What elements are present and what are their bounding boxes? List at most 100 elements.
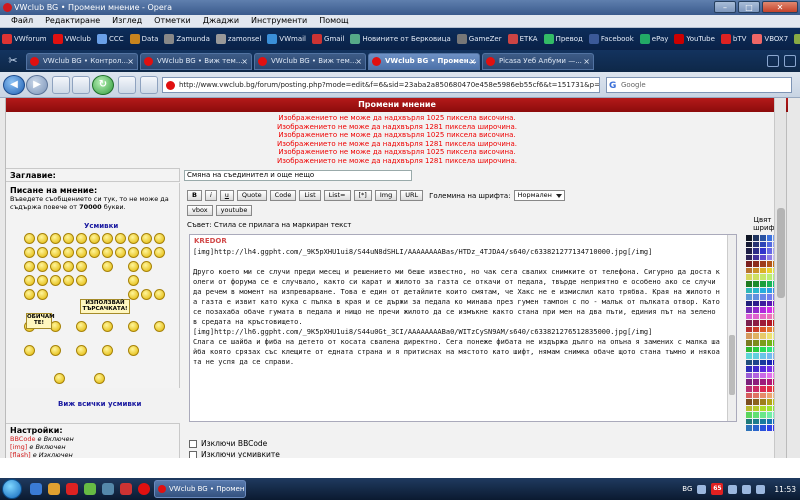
smiley-icon[interactable] [37, 275, 48, 286]
bbcode-button[interactable]: B [187, 190, 202, 201]
smiley-icon[interactable] [154, 321, 165, 332]
checkbox[interactable] [189, 439, 197, 448]
color-swatch[interactable] [746, 274, 752, 280]
minimize-button[interactable]: – [714, 1, 736, 13]
color-swatch[interactable] [752, 425, 759, 431]
color-swatch[interactable] [759, 294, 766, 300]
bookmark-item[interactable]: Новините от Берковица [350, 34, 451, 44]
color-swatch[interactable] [759, 254, 766, 261]
color-swatch[interactable] [759, 326, 766, 333]
smiley-icon[interactable] [24, 275, 35, 286]
bookmark-item[interactable]: Zamunda [164, 34, 210, 44]
smiley-icon[interactable] [102, 233, 113, 244]
smiley-icon[interactable] [141, 261, 152, 272]
bookmark-item[interactable]: Превод [543, 34, 583, 44]
color-swatch[interactable] [746, 392, 752, 399]
opera-quick-icon[interactable] [138, 483, 150, 495]
smiley-icon[interactable] [63, 275, 74, 286]
color-swatch[interactable] [766, 359, 773, 366]
color-swatch[interactable] [766, 340, 773, 346]
color-swatch[interactable] [746, 235, 752, 241]
color-swatch[interactable] [759, 340, 766, 346]
app3-icon[interactable] [120, 483, 132, 495]
menu-item[interactable]: Отметки [154, 15, 191, 27]
smiley-icon[interactable] [89, 247, 100, 258]
color-swatch[interactable] [752, 379, 759, 385]
all-smilies-link[interactable]: Виж всички усмивки [58, 400, 141, 408]
color-swatch[interactable] [746, 300, 752, 307]
color-swatch[interactable] [746, 333, 752, 339]
bookmark-item[interactable]: bTV [720, 34, 746, 44]
color-swatch[interactable] [746, 418, 752, 425]
tab-close-icon[interactable]: × [127, 54, 134, 69]
option-row[interactable]: Изключи усмивките [189, 449, 372, 458]
bookmark-item[interactable]: Facebook [588, 34, 634, 44]
tab[interactable]: VWclub BG • Виж тем... × [140, 53, 252, 70]
bookmark-item[interactable]: ePay [639, 34, 668, 44]
color-swatch[interactable] [752, 366, 759, 372]
color-swatch[interactable] [759, 274, 766, 280]
wand-button[interactable] [140, 76, 158, 94]
back-button[interactable]: ◀ [3, 75, 25, 95]
smiley-icon[interactable] [24, 261, 35, 272]
color-swatch[interactable] [766, 346, 773, 353]
smiley-icon[interactable] [154, 247, 165, 258]
color-swatch[interactable] [759, 353, 766, 359]
bookmark-item[interactable]: VBOX7 [752, 34, 788, 44]
color-swatch[interactable] [759, 399, 766, 405]
color-swatch[interactable] [759, 372, 766, 379]
bbcode-button[interactable]: Code [269, 190, 297, 201]
tab-list-icon[interactable] [767, 55, 779, 67]
color-swatch[interactable] [766, 261, 773, 267]
color-swatch[interactable] [746, 307, 752, 313]
color-swatch[interactable] [752, 313, 759, 320]
smiley-icon[interactable] [128, 275, 139, 286]
forward-button[interactable]: ▶ [26, 75, 48, 95]
smiley-icon[interactable] [94, 373, 105, 384]
menu-item[interactable]: Помощ [319, 15, 348, 27]
color-swatch[interactable] [752, 418, 759, 425]
color-swatch[interactable] [746, 366, 752, 372]
smiley-icon[interactable] [50, 233, 61, 244]
color-swatch[interactable] [752, 287, 759, 294]
color-swatch[interactable] [766, 320, 773, 326]
smiley-icon[interactable] [76, 261, 87, 272]
bbcode-button[interactable]: URL [400, 190, 424, 201]
color-swatch[interactable] [766, 326, 773, 333]
smiley-icon[interactable] [37, 289, 48, 300]
smiley-icon[interactable] [102, 261, 113, 272]
color-swatch[interactable] [766, 372, 773, 379]
color-swatch[interactable] [759, 248, 766, 254]
smiley-sign-search[interactable]: ИЗПОЛЗВАЙ ТЪРСАЧКАТА! [80, 299, 130, 314]
subject-input[interactable]: Смяна на съединител и още нещо [184, 170, 412, 181]
trash-icon[interactable] [784, 55, 796, 67]
media-icon[interactable] [66, 483, 78, 495]
smiley-icon[interactable] [76, 233, 87, 244]
smiley-icon[interactable] [63, 233, 74, 244]
color-swatch[interactable] [752, 405, 759, 412]
reload-button[interactable]: ↻ [92, 75, 114, 95]
color-swatch[interactable] [759, 307, 766, 313]
color-swatch[interactable] [766, 313, 773, 320]
color-swatch[interactable] [746, 267, 752, 274]
folder-icon[interactable] [48, 483, 60, 495]
color-swatch[interactable] [759, 280, 766, 287]
color-swatch[interactable] [766, 379, 773, 385]
smiley-icon[interactable] [141, 233, 152, 244]
color-swatch[interactable] [766, 412, 773, 418]
smiley-icon[interactable] [76, 247, 87, 258]
color-swatch[interactable] [752, 340, 759, 346]
app2-icon[interactable] [102, 483, 114, 495]
color-swatch[interactable] [766, 254, 773, 261]
search-input[interactable]: G Google [606, 77, 792, 93]
smiley-icon[interactable] [89, 233, 100, 244]
color-swatch[interactable] [752, 333, 759, 339]
tab[interactable]: VWclub BG • Виж тем... × [254, 53, 366, 70]
color-swatch[interactable] [766, 274, 773, 280]
color-swatch[interactable] [766, 418, 773, 425]
color-swatch[interactable] [766, 399, 773, 405]
menu-item[interactable]: Джаджи [203, 15, 239, 27]
textarea-scrollbar[interactable] [727, 235, 736, 421]
color-swatch[interactable] [759, 313, 766, 320]
color-swatch[interactable] [759, 359, 766, 366]
